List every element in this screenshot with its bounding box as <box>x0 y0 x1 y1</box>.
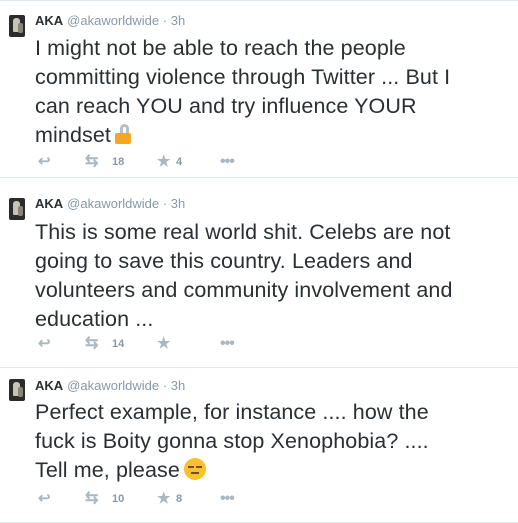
retweet-icon[interactable]: ⇆ <box>85 489 98 509</box>
separator-dot: · <box>162 378 168 393</box>
user-handle[interactable]: @akaworldwide <box>67 13 159 28</box>
tweet-text-line: fuck is Boity gonna stop Xenophobia? ...… <box>35 429 429 453</box>
tweet-text: Perfect example, for instance .... how t… <box>35 398 513 485</box>
separator-dot: · <box>162 196 168 211</box>
tweet-text: This is some real world shit. Celebs are… <box>35 218 513 334</box>
retweet-icon[interactable]: ⇆ <box>85 152 98 172</box>
tweet-text-line: going to save this country. Leaders and <box>35 249 413 273</box>
tweet-text-line: can reach YOU and try influence YOUR <box>35 94 417 118</box>
retweet-icon[interactable]: ⇆ <box>85 334 98 354</box>
tweet-text-line: This is some real world shit. Celebs are… <box>35 220 451 244</box>
timestamp[interactable]: 3h <box>171 378 185 393</box>
tweet-header: AKA @akaworldwide · 3h <box>35 13 185 29</box>
timestamp[interactable]: 3h <box>171 13 185 28</box>
tweet-text-line: volunteers and community involvement and <box>35 278 453 302</box>
tweet[interactable]: AKA @akaworldwide · 3h I might not be abl… <box>0 0 518 178</box>
retweet-count[interactable]: 18 <box>112 152 124 172</box>
avatar[interactable] <box>9 198 25 220</box>
tweet[interactable]: AKA @akaworldwide · 3h Perfect example, f… <box>0 368 518 523</box>
star-icon[interactable]: ★ <box>157 152 170 172</box>
avatar[interactable] <box>9 379 25 401</box>
tweet-text-line-last: Tell me, please <box>35 456 513 485</box>
reply-icon[interactable]: ↩ <box>38 152 51 172</box>
tweet-text-fragment: Tell me, please <box>35 458 180 482</box>
reply-icon[interactable]: ↩ <box>38 334 51 354</box>
user-name[interactable]: AKA <box>35 196 63 211</box>
user-handle[interactable]: @akaworldwide <box>67 196 159 211</box>
user-name[interactable]: AKA <box>35 378 63 393</box>
user-name[interactable]: AKA <box>35 13 63 28</box>
tweet-text: I might not be able to reach the people … <box>35 34 513 150</box>
user-handle[interactable]: @akaworldwide <box>67 378 159 393</box>
retweet-count[interactable]: 10 <box>112 489 124 509</box>
more-icon[interactable]: ••• <box>220 489 235 509</box>
tweet-text-fragment: mindset <box>35 123 111 147</box>
tweet-text-line: I might not be able to reach the people <box>35 36 406 60</box>
tweet-text-line-last: mindset <box>35 121 513 150</box>
tweet-text-line: committing violence through Twitter ... … <box>35 65 451 89</box>
lock-icon <box>114 124 131 144</box>
avatar[interactable] <box>9 15 25 37</box>
tweet-text-line: education ... <box>35 307 154 331</box>
separator-dot: · <box>162 13 168 28</box>
unamused-face-icon <box>183 458 206 480</box>
more-icon[interactable]: ••• <box>220 334 235 354</box>
retweet-count[interactable]: 14 <box>112 334 124 354</box>
favorite-count[interactable]: 4 <box>176 152 182 172</box>
timestamp[interactable]: 3h <box>171 196 185 211</box>
more-icon[interactable]: ••• <box>220 152 235 172</box>
star-icon[interactable]: ★ <box>157 334 170 354</box>
star-icon[interactable]: ★ <box>157 489 170 509</box>
tweet[interactable]: AKA @akaworldwide · 3h This is some real … <box>0 178 518 368</box>
favorite-count[interactable]: 8 <box>176 489 182 509</box>
tweet-text-line: Perfect example, for instance .... how t… <box>35 400 429 424</box>
tweet-header: AKA @akaworldwide · 3h <box>35 378 185 394</box>
reply-icon[interactable]: ↩ <box>38 489 51 509</box>
tweet-header: AKA @akaworldwide · 3h <box>35 196 185 212</box>
